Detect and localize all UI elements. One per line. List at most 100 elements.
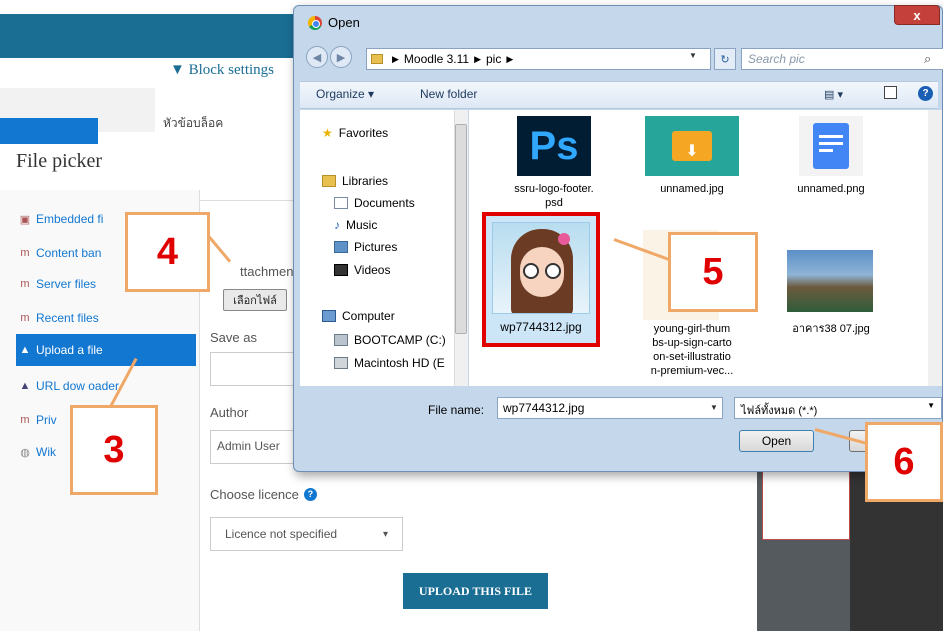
google-doc-icon[interactable] [799, 116, 863, 176]
repo-label: Content ban [36, 246, 102, 260]
licence-label-text: Choose licence [210, 487, 299, 502]
nav-pictures[interactable]: Pictures [334, 240, 397, 254]
callout-step-3: 3 [70, 405, 158, 495]
new-folder-button[interactable]: New folder [420, 87, 477, 101]
upload-icon: ▲ [19, 344, 31, 356]
libraries-icon [322, 175, 336, 187]
file-name[interactable]: อาคาร38 07.jpg [771, 322, 891, 336]
nav-label: Videos [354, 263, 391, 277]
file-name[interactable]: unnamed.png [771, 182, 891, 196]
chevron-down-icon: ▼ [927, 401, 935, 410]
close-button[interactable]: x [894, 5, 940, 25]
embedded-files-icon: ▣ [19, 213, 31, 226]
file-name[interactable]: unnamed.jpg [629, 182, 755, 196]
licence-label: Choose licence? [210, 487, 317, 502]
nav-computer[interactable]: Computer [322, 309, 395, 323]
licence-select[interactable]: Licence not specified ▾ [210, 517, 403, 551]
breadcrumb-pic[interactable]: pic [486, 52, 501, 66]
licence-value: Licence not specified [225, 527, 338, 541]
breadcrumb-moodle[interactable]: Moodle 3.11 [404, 52, 469, 66]
folder-download-icon[interactable]: ⬇ [645, 116, 739, 176]
callout-step-5: 5 [668, 232, 758, 312]
file-name[interactable]: ssru-logo-footer. psd [489, 182, 619, 210]
chrome-icon [308, 15, 322, 30]
repo-url-downloader[interactable]: ▲ URL dow oader [16, 370, 196, 402]
repo-recent-files[interactable]: m Recent files [16, 302, 196, 334]
dialog-title-bar: Open [308, 15, 360, 30]
nav-label: BOOTCAMP (C:) [354, 333, 446, 347]
nav-label: Favorites [338, 126, 389, 140]
nav-label: Pictures [354, 240, 398, 254]
attachment-label: ttachment [240, 264, 298, 279]
nav-label: Computer [342, 309, 395, 323]
navigation-pane: ★ Favorites Libraries Documents ♪ Music Pi… [300, 110, 468, 386]
videos-icon [334, 264, 348, 276]
back-arrow-icon[interactable]: ◀ [306, 46, 328, 68]
breadcrumb-separator-icon: ▶ [392, 53, 399, 64]
preview-pane-icon[interactable] [884, 86, 897, 99]
view-menu[interactable]: ▤ ▾ [824, 88, 843, 101]
repo-label: Priv [36, 413, 57, 427]
file-list-scrollbar[interactable] [928, 110, 942, 386]
selected-file-item[interactable]: wp7744312.jpg [482, 212, 600, 347]
help-icon[interactable]: ? [303, 488, 317, 501]
documents-icon [334, 197, 348, 209]
repo-label: Upload a file [36, 343, 103, 357]
breadcrumb-separator-icon: ▶ [474, 53, 481, 64]
author-input[interactable]: Admin User [210, 430, 300, 464]
drive-icon [334, 334, 348, 346]
repo-upload-file[interactable]: ▲ Upload a file [16, 334, 196, 366]
nav-music[interactable]: ♪ Music [334, 218, 377, 232]
star-icon: ★ [322, 126, 333, 140]
recent-files-icon: m [20, 312, 30, 324]
moodle-header [0, 14, 300, 58]
nav-documents[interactable]: Documents [334, 196, 415, 210]
server-files-icon: m [20, 278, 30, 290]
nav-libraries[interactable]: Libraries [322, 174, 388, 188]
file-name-dropdown-icon[interactable]: ▼ [710, 403, 718, 412]
nav-label: Macintosh HD (E [354, 356, 445, 370]
save-as-input[interactable] [210, 352, 300, 386]
callout-step-6: 6 [865, 422, 943, 502]
moodle-left-nav-active [0, 118, 98, 144]
save-as-label: Save as [210, 330, 257, 345]
nav-bootcamp-drive[interactable]: BOOTCAMP (C:) [334, 333, 446, 347]
pictures-icon [334, 241, 348, 253]
block-settings-link[interactable]: ▼ Block settings [170, 62, 274, 79]
url-downloader-icon: ▲ [19, 380, 31, 392]
nav-videos[interactable]: Videos [334, 263, 390, 277]
repo-label: URL dow oader [36, 379, 119, 393]
choose-file-button[interactable]: เลือกไฟล์ [223, 289, 287, 311]
open-button[interactable]: Open [739, 430, 814, 452]
file-type-select[interactable]: ไฟล์ทั้งหมด (*.*) ▼ [734, 397, 942, 419]
photoshop-file-icon[interactable]: Ps [517, 116, 591, 176]
block-heading-label: หัวข้อบล็อค [163, 116, 224, 130]
nav-label: Documents [354, 196, 415, 210]
repo-label: Recent files [36, 311, 99, 325]
refresh-icon[interactable]: ↻ [714, 48, 736, 70]
file-name[interactable]: young-girl-thum bs-up-sign-carto on-set-… [629, 322, 755, 378]
author-label: Author [210, 405, 249, 420]
building-photo-thumbnail[interactable] [787, 250, 873, 312]
content-divider [200, 200, 300, 201]
file-name-input[interactable]: wp7744312.jpg [497, 397, 723, 419]
help-icon[interactable]: ? [918, 86, 933, 101]
nav-favorites[interactable]: ★ Favorites [322, 126, 388, 140]
organize-menu[interactable]: Organize ▾ [316, 87, 374, 101]
address-dropdown-icon[interactable]: ▼ [689, 51, 697, 60]
search-icon[interactable]: ⌕ [924, 51, 931, 67]
forward-arrow-icon[interactable]: ▶ [330, 46, 352, 68]
drive-icon [334, 357, 348, 369]
nav-scrollbar-thumb[interactable] [455, 124, 467, 334]
address-bar[interactable]: ▶ Moodle 3.11 ▶ pic ▶ [366, 48, 711, 70]
search-input[interactable]: Search pic [741, 48, 943, 70]
cartoon-girl-thumbnail [492, 222, 590, 314]
repo-label: Embedded fi [36, 212, 104, 226]
download-arrow-icon: ⬇ [672, 131, 712, 161]
dialog-title: Open [328, 15, 360, 30]
wikimedia-icon: ◍ [20, 446, 30, 459]
upload-this-file-button[interactable]: UPLOAD THIS FILE [403, 573, 548, 609]
nav-macintosh-drive[interactable]: Macintosh HD (E [334, 356, 445, 370]
content-bank-icon: m [20, 247, 30, 259]
music-icon: ♪ [334, 218, 340, 232]
